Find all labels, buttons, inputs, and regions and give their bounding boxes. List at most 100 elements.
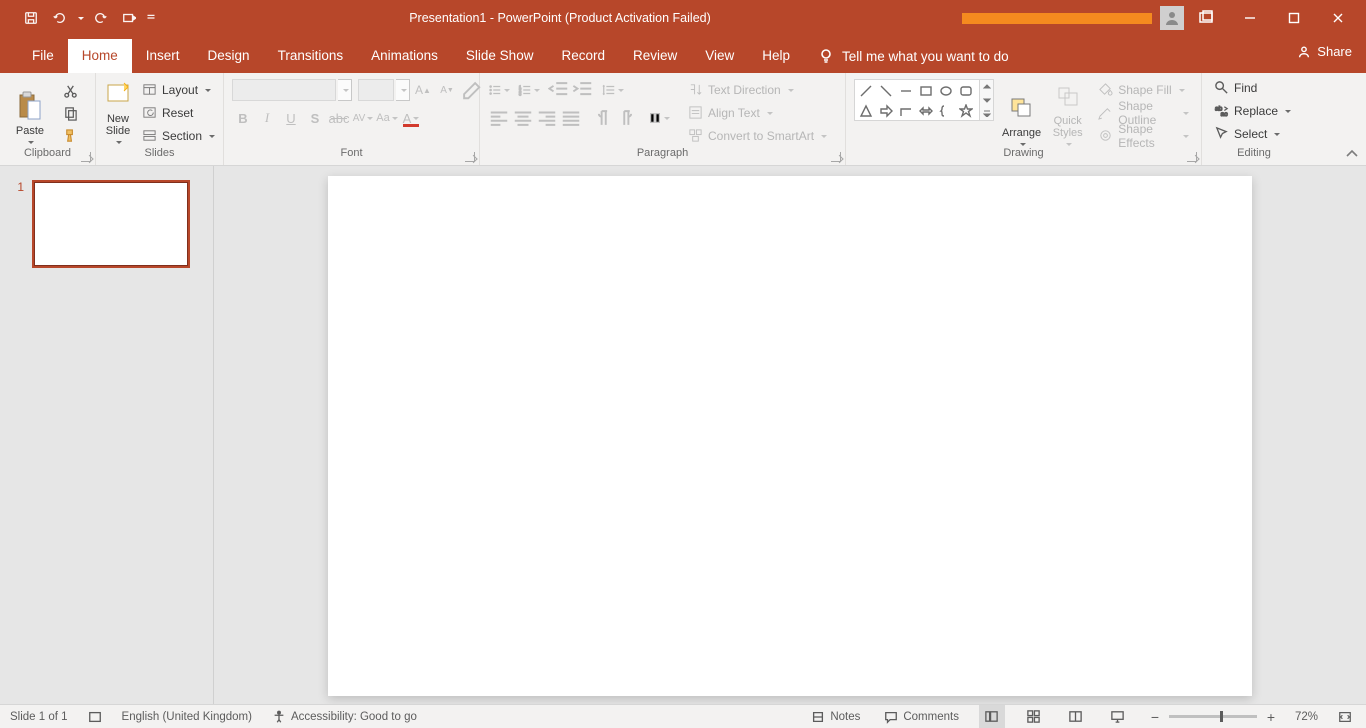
thumbnail-1[interactable]: 1 — [12, 180, 201, 268]
zoom-percent[interactable]: 72% — [1295, 711, 1318, 723]
undo-dropdown-icon[interactable] — [74, 5, 86, 31]
copy-icon[interactable] — [58, 103, 82, 123]
tab-insert[interactable]: Insert — [132, 39, 194, 73]
change-case-icon[interactable]: Aa — [376, 107, 398, 129]
shape-star-icon[interactable] — [956, 101, 976, 121]
zoom-thumb[interactable] — [1220, 711, 1223, 722]
font-name-dropdown[interactable] — [338, 79, 352, 101]
clipboard-dialog-launcher[interactable] — [81, 152, 91, 162]
shape-arrow-both-icon[interactable] — [916, 101, 936, 121]
shape-effects-button[interactable]: Shape Effects — [1094, 125, 1193, 146]
increase-indent-icon[interactable] — [572, 79, 594, 101]
italic-button[interactable]: I — [256, 107, 278, 129]
font-color-icon[interactable]: A — [400, 107, 422, 129]
rtl-icon[interactable] — [616, 107, 638, 129]
shape-line3-icon[interactable] — [896, 81, 916, 101]
slide-thumbnails-pane[interactable]: 1 — [0, 166, 214, 704]
tab-review[interactable]: Review — [619, 39, 691, 73]
arrange-button[interactable]: Arrange — [1002, 79, 1041, 147]
align-center-icon[interactable] — [512, 107, 534, 129]
shape-line2-icon[interactable] — [876, 81, 896, 101]
ribbon-display-options-icon[interactable] — [1194, 6, 1218, 30]
shape-fill-button[interactable]: Shape Fill — [1094, 79, 1193, 100]
share-button[interactable]: Share — [1297, 44, 1352, 59]
gallery-more-icon[interactable] — [980, 107, 993, 120]
view-sorter-icon[interactable] — [1021, 705, 1047, 728]
shape-roundrect-icon[interactable] — [956, 81, 976, 101]
tell-me-search[interactable]: Tell me what you want to do — [804, 48, 1023, 73]
save-icon[interactable] — [18, 5, 44, 31]
paste-button[interactable]: Paste — [8, 77, 52, 145]
decrease-indent-icon[interactable] — [548, 79, 570, 101]
numbering-icon[interactable]: 123 — [518, 79, 540, 101]
avatar[interactable] — [1160, 6, 1184, 30]
customize-qat-icon[interactable] — [144, 5, 158, 31]
status-slide-number[interactable]: Slide 1 of 1 — [10, 711, 68, 723]
section-button[interactable]: Section — [138, 125, 219, 146]
text-direction-button[interactable]: Text Direction — [684, 79, 831, 100]
font-size-dropdown[interactable] — [396, 79, 410, 101]
select-button[interactable]: Select — [1210, 123, 1295, 144]
accessibility-button[interactable]: Accessibility: Good to go — [268, 705, 421, 728]
view-reading-icon[interactable] — [1063, 705, 1089, 728]
gallery-down-icon[interactable] — [980, 93, 993, 106]
new-slide-button[interactable]: New Slide — [104, 77, 132, 145]
status-language[interactable]: English (United Kingdom) — [122, 711, 252, 723]
tab-file[interactable]: File — [18, 39, 68, 73]
minimize-button[interactable] — [1228, 3, 1272, 33]
slide-1[interactable] — [328, 176, 1252, 696]
comments-button[interactable]: Comments — [880, 705, 963, 728]
replace-button[interactable]: abacReplace — [1210, 100, 1295, 121]
character-spacing-icon[interactable]: AV — [352, 107, 374, 129]
shapes-gallery[interactable] — [854, 79, 980, 121]
tab-view[interactable]: View — [691, 39, 748, 73]
collapse-ribbon-icon[interactable] — [1344, 147, 1360, 161]
font-dialog-launcher[interactable] — [465, 152, 475, 162]
decrease-font-icon[interactable]: A▼ — [436, 79, 458, 101]
shape-arrow-r-icon[interactable] — [876, 101, 896, 121]
layout-button[interactable]: Layout — [138, 79, 219, 100]
increase-font-icon[interactable]: A▲ — [412, 79, 434, 101]
align-left-icon[interactable] — [488, 107, 510, 129]
slide-canvas-area[interactable] — [214, 166, 1366, 704]
cut-icon[interactable] — [58, 81, 82, 101]
align-right-icon[interactable] — [536, 107, 558, 129]
bullets-icon[interactable] — [488, 79, 510, 101]
paragraph-dialog-launcher[interactable] — [831, 152, 841, 162]
zoom-in-button[interactable]: + — [1263, 709, 1279, 725]
shape-brace-icon[interactable] — [936, 101, 956, 121]
gallery-up-icon[interactable] — [980, 80, 993, 93]
shape-elbow-icon[interactable] — [896, 101, 916, 121]
align-text-button[interactable]: Align Text — [684, 102, 831, 123]
close-button[interactable] — [1316, 3, 1360, 33]
tab-home[interactable]: Home — [68, 39, 132, 73]
drawing-dialog-launcher[interactable] — [1187, 152, 1197, 162]
spellcheck-icon[interactable] — [84, 705, 106, 728]
zoom-out-button[interactable]: − — [1147, 709, 1163, 725]
font-name-input[interactable] — [232, 79, 336, 101]
view-normal-icon[interactable] — [979, 705, 1005, 728]
tab-animations[interactable]: Animations — [357, 39, 452, 73]
start-from-beginning-icon[interactable] — [116, 5, 142, 31]
columns-icon[interactable] — [648, 107, 670, 129]
zoom-slider[interactable]: − + — [1147, 709, 1279, 725]
thumbnail-1-preview[interactable] — [32, 180, 190, 268]
shape-oval-icon[interactable] — [936, 81, 956, 101]
tab-help[interactable]: Help — [748, 39, 804, 73]
tab-slideshow[interactable]: Slide Show — [452, 39, 548, 73]
strikethrough-button[interactable]: abc — [328, 107, 350, 129]
tab-transitions[interactable]: Transitions — [264, 39, 358, 73]
shapes-gallery-scroll[interactable] — [980, 79, 994, 121]
tab-design[interactable]: Design — [194, 39, 264, 73]
shape-line-icon[interactable] — [856, 81, 876, 101]
notes-button[interactable]: Notes — [807, 705, 864, 728]
view-slideshow-icon[interactable] — [1105, 705, 1131, 728]
fit-to-window-icon[interactable] — [1334, 705, 1356, 728]
justify-icon[interactable] — [560, 107, 582, 129]
shape-triangle-icon[interactable] — [856, 101, 876, 121]
shape-outline-button[interactable]: Shape Outline — [1094, 102, 1193, 123]
bold-button[interactable]: B — [232, 107, 254, 129]
redo-icon[interactable] — [88, 5, 114, 31]
find-button[interactable]: Find — [1210, 77, 1295, 98]
ltr-icon[interactable] — [592, 107, 614, 129]
